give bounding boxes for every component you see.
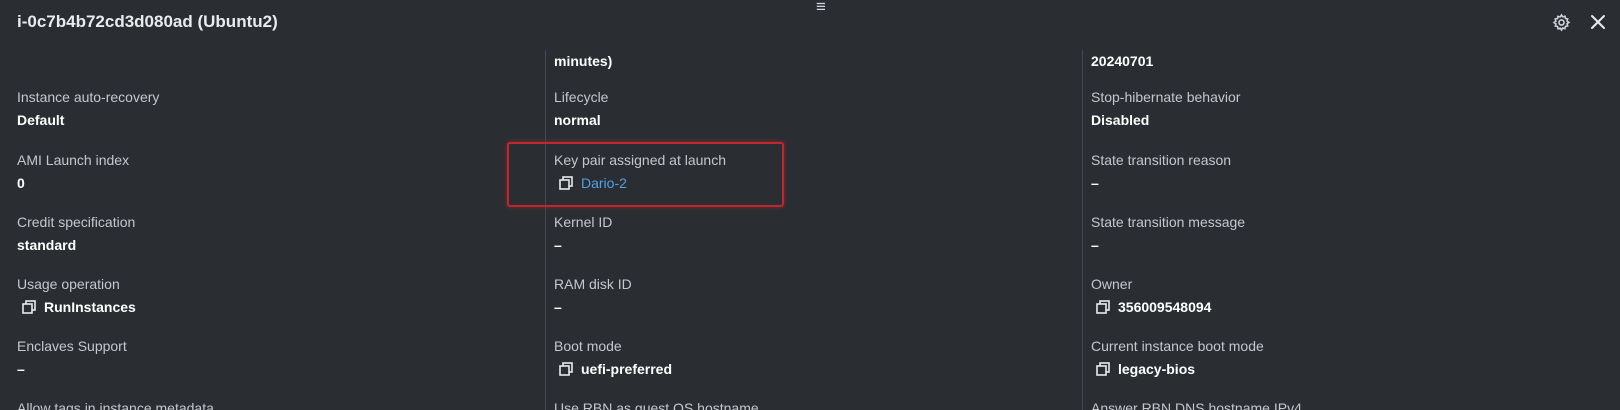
field-label: AMI Launch index [17,152,130,168]
detail-field: Usage operation RunInstances [17,275,517,316]
detail-field: State transition message – [1091,213,1591,254]
detail-field: Lifecycle normal [554,88,1054,129]
field-label: Boot mode [554,338,622,354]
field-label: Key pair assigned at launch [554,152,726,168]
column-divider [545,50,546,410]
field-value: – [17,361,25,377]
column-divider [1082,50,1083,410]
drag-handle-icon[interactable]: ≡ [816,0,826,15]
field-label: Allow tags in instance metadata [17,400,214,410]
gear-icon[interactable] [1552,13,1571,32]
field-value-row: Disabled [1091,111,1591,129]
field-value-row: RunInstances [17,298,517,316]
field-label: State transition message [1091,214,1246,230]
instance-details-panel: ≡ i-0c7b4b72cd3d080ad (Ubuntu2) Instance… [0,0,1620,410]
detail-field: Key pair assigned at launch Dario-2 [554,151,1054,192]
detail-field: AMI Launch index 0 [17,151,517,192]
field-value: uefi-preferred [581,361,673,377]
field-value-row: 0 [17,174,517,192]
field-label: Usage operation [17,276,120,292]
copy-icon[interactable] [1096,300,1110,314]
detail-field: Use RBN as guest OS hostname [554,399,1054,410]
field-value-row: 356009548094 [1091,298,1591,316]
field-label: Use RBN as guest OS hostname [554,400,759,410]
field-value-row: – [17,360,517,378]
field-value: minutes) [554,53,613,69]
field-label: Lifecycle [554,89,609,105]
close-icon[interactable] [1589,13,1607,31]
field-value: – [1091,237,1099,253]
field-value-row: normal [554,111,1054,129]
panel-title: i-0c7b4b72cd3d080ad (Ubuntu2) [17,12,278,31]
field-value: – [554,299,562,315]
field-value: 0 [17,175,25,191]
field-value: RunInstances [44,299,136,315]
field-value-row: standard [17,236,517,254]
field-value: Disabled [1091,112,1150,128]
field-value-row: Dario-2 [554,174,1054,192]
field-label: RAM disk ID [554,276,632,292]
field-value: – [1091,175,1099,191]
field-value: 20240701 [1091,53,1154,69]
detail-field: Boot mode uefi-preferred [554,337,1054,378]
field-value: legacy-bios [1118,361,1196,377]
detail-field: RAM disk ID – [554,275,1054,316]
field-value: normal [554,112,601,128]
field-label: Kernel ID [554,214,613,230]
detail-field: Enclaves Support – [17,337,517,378]
field-value-row: – [554,298,1054,316]
field-label: Stop-hibernate behavior [1091,89,1241,105]
field-label: State transition reason [1091,152,1232,168]
field-label: Instance auto-recovery [17,89,160,105]
field-value-row: Default [17,111,517,129]
field-value-row: legacy-bios [1091,360,1591,378]
field-label: Enclaves Support [17,338,127,354]
copy-icon[interactable] [559,176,573,190]
field-value: Default [17,112,65,128]
field-value: 356009548094 [1118,299,1212,315]
field-label: Credit specification [17,214,136,230]
detail-field: Owner 356009548094 [1091,275,1591,316]
field-label: Current instance boot mode [1091,338,1264,354]
detail-field: Stop-hibernate behavior Disabled [1091,88,1591,129]
field-label: Owner [1091,276,1133,292]
field-label: Answer RBN DNS hostname IPv4 [1091,400,1302,410]
field-value-row: – [554,236,1054,254]
detail-field: Credit specification standard [17,213,517,254]
copy-icon[interactable] [559,362,573,376]
detail-field: State transition reason – [1091,151,1591,192]
copy-icon[interactable] [1096,362,1110,376]
field-value-row: – [1091,174,1591,192]
field-value-link[interactable]: Dario-2 [581,174,627,192]
field-value-row: – [1091,236,1591,254]
field-value-row: uefi-preferred [554,360,1054,378]
detail-field: Instance auto-recovery Default [17,88,517,129]
field-value: standard [17,237,77,253]
detail-field: Allow tags in instance metadata [17,399,517,410]
detail-field: Answer RBN DNS hostname IPv4 [1091,399,1591,410]
field-value: – [554,237,562,253]
copy-icon[interactable] [22,300,36,314]
detail-field: Current instance boot mode legacy-bios [1091,337,1591,378]
detail-field: Kernel ID – [554,213,1054,254]
